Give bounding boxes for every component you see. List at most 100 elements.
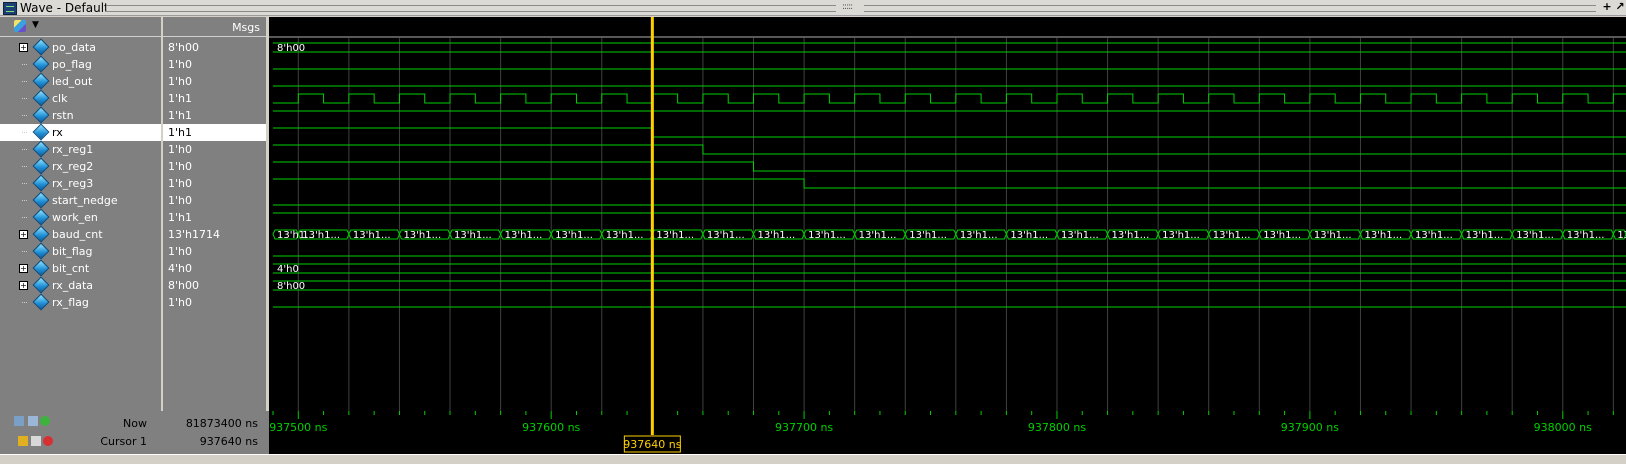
signal-value: 1'h1 <box>168 126 192 139</box>
baud-cnt-wave-label: 13'h1... <box>1263 230 1301 241</box>
baud-cnt-wave-label: 13'h1... <box>606 230 644 241</box>
signal-row-baud-cnt[interactable]: + baud_cnt <box>0 225 161 243</box>
signal-row-rx-flag[interactable]: rx_flag <box>0 293 161 311</box>
zoom-icon[interactable] <box>28 416 38 426</box>
signal-row-rstn[interactable]: rstn <box>0 106 161 124</box>
signal-names-pane: ▼ + po_data po_flag led_out clk rstn rx rx_reg1… <box>0 17 163 411</box>
signal-value: 1'h0 <box>168 160 192 173</box>
add-cursor-icon[interactable] <box>40 416 50 426</box>
signal-row-rx-reg3[interactable]: rx_reg3 <box>0 174 161 192</box>
signal-value: 1'h0 <box>168 143 192 156</box>
po-data-wave-label: 8'h00 <box>277 43 305 54</box>
value-row-po-flag[interactable]: 1'h0 <box>163 56 266 73</box>
expand-icon[interactable]: + <box>19 43 28 52</box>
signal-icon <box>32 38 50 56</box>
value-row-start-nedge[interactable]: 1'h0 <box>163 192 266 209</box>
title-bar: Wave - Default ::::: + ↗ <box>0 0 1626 16</box>
tree-line <box>22 217 27 218</box>
value-row-po-data[interactable]: 8'h00 <box>163 39 266 56</box>
chevron-down-icon[interactable]: ▼ <box>32 20 39 30</box>
signal-row-work-en[interactable]: work_en <box>0 208 161 226</box>
signal-row-rx-data[interactable]: + rx_data <box>0 276 161 294</box>
expand-icon[interactable]: + <box>19 230 28 239</box>
value-row-rx-reg2[interactable]: 1'h0 <box>163 158 266 175</box>
signal-row-bit-cnt[interactable]: + bit_cnt <box>0 259 161 277</box>
value-row-bit-cnt[interactable]: 4'h0 <box>163 260 266 277</box>
signal-name: po_flag <box>52 58 92 71</box>
expand-icon[interactable]: + <box>19 281 28 290</box>
signal-name: rstn <box>52 109 74 122</box>
value-row-work-en[interactable]: 1'h1 <box>163 209 266 226</box>
msgs-header: Msgs <box>232 21 260 34</box>
signal-row-po-data[interactable]: + po_data <box>0 38 161 56</box>
undock-button[interactable]: ↗ <box>1614 1 1626 13</box>
value-row-clk[interactable]: 1'h1 <box>163 90 266 107</box>
signal-name: bit_cnt <box>52 262 90 275</box>
signal-icon <box>32 140 50 158</box>
signal-row-rx[interactable]: rx <box>0 123 161 141</box>
signal-icon <box>32 293 50 311</box>
signal-row-bit-flag[interactable]: bit_flag <box>0 242 161 260</box>
title-grip[interactable] <box>106 5 836 12</box>
signal-row-led-out[interactable]: led_out <box>0 72 161 90</box>
signal-row-start-nedge[interactable]: start_nedge <box>0 191 161 209</box>
expand-icon[interactable]: + <box>19 264 28 273</box>
signal-row-po-flag[interactable]: po_flag <box>0 55 161 73</box>
waveform-pane[interactable]: 8'h00 13'h1... 13'h1... 13'h1... 13'h1... 13'… <box>269 17 1626 411</box>
signal-name: start_nedge <box>52 194 118 207</box>
signal-name: po_data <box>52 41 96 54</box>
edit-cursor-icon[interactable] <box>31 436 41 446</box>
tree-line <box>22 149 27 150</box>
value-row-rx-flag[interactable]: 1'h0 <box>163 294 266 311</box>
values-header: Msgs <box>163 17 266 37</box>
cursor-label: Cursor 1 <box>100 435 147 448</box>
baud-cnt-wave-label: 13'h1... <box>1061 230 1099 241</box>
baud-cnt-wave-label: 13'h1... <box>454 230 492 241</box>
signal-value: 8'h00 <box>168 41 199 54</box>
value-row-rx-reg1[interactable]: 1'h0 <box>163 141 266 158</box>
signal-values-pane: Msgs 8'h00 1'h0 1'h0 1'h1 1'h1 1'h1 1'h0 1'h0 1'… <box>163 17 269 411</box>
waveform-canvas[interactable]: 8'h00 13'h1... 13'h1... 13'h1... 13'h1... 13'… <box>269 17 1626 411</box>
signal-name: work_en <box>52 211 98 224</box>
baud-cnt-wave-label: 13'h1... <box>960 230 998 241</box>
signal-value: 1'h0 <box>168 296 192 309</box>
signal-value: 8'h00 <box>168 279 199 292</box>
value-row-rstn[interactable]: 1'h1 <box>163 107 266 124</box>
lock-icon[interactable] <box>18 436 28 446</box>
baud-cnt-wave-label: 13... <box>1617 230 1626 241</box>
baud-cnt-wave-label: 13'h1... <box>1213 230 1251 241</box>
value-row-bit-flag[interactable]: 1'h0 <box>163 243 266 260</box>
delete-cursor-icon[interactable] <box>43 436 53 446</box>
signal-row-rx-reg2[interactable]: rx_reg2 <box>0 157 161 175</box>
value-row-led-out[interactable]: 1'h0 <box>163 73 266 90</box>
signal-value: 4'h0 <box>168 262 192 275</box>
window-title: Wave - Default <box>20 1 109 15</box>
signal-name: rx_reg2 <box>52 160 94 173</box>
tree-line <box>22 115 27 116</box>
maximize-button[interactable]: + <box>1601 1 1613 13</box>
rx-reg1-wave <box>273 144 1626 155</box>
signal-value: 1'h0 <box>168 177 192 190</box>
signal-name: rx_reg3 <box>52 177 94 190</box>
dock-handle-icon[interactable]: ::::: <box>842 2 860 13</box>
wave-tool-icon[interactable] <box>14 20 26 32</box>
signal-icon <box>32 174 50 192</box>
time-ruler-canvas[interactable]: 937500 ns 937600 ns 937700 ns 937800 ns 9379… <box>269 411 1626 454</box>
baud-cnt-wave-label: 13'h1... <box>656 230 694 241</box>
signal-row-rx-reg1[interactable]: rx_reg1 <box>0 140 161 158</box>
signal-row-clk[interactable]: clk <box>0 89 161 107</box>
signal-value: 1'h0 <box>168 75 192 88</box>
value-row-rx-reg3[interactable]: 1'h0 <box>163 175 266 192</box>
now-value: 81873400 ns <box>185 417 258 430</box>
cursor-tools-icon[interactable] <box>14 416 24 426</box>
value-row-baud-cnt[interactable]: 13'h1714 <box>163 226 266 243</box>
ruler-label: 937500 ns <box>269 421 327 434</box>
title-grip[interactable] <box>864 5 1596 12</box>
time-ruler[interactable]: 937500 ns 937600 ns 937700 ns 937800 ns 9379… <box>269 411 1626 454</box>
baud-cnt-wave-label: 13'h1... <box>1162 230 1200 241</box>
value-row-rx[interactable]: 1'h1 <box>163 124 266 141</box>
value-row-rx-data[interactable]: 8'h00 <box>163 277 266 294</box>
clk-wave <box>273 93 1626 104</box>
tree-line <box>22 251 27 252</box>
ruler-label: 938000 ns <box>1534 421 1592 434</box>
